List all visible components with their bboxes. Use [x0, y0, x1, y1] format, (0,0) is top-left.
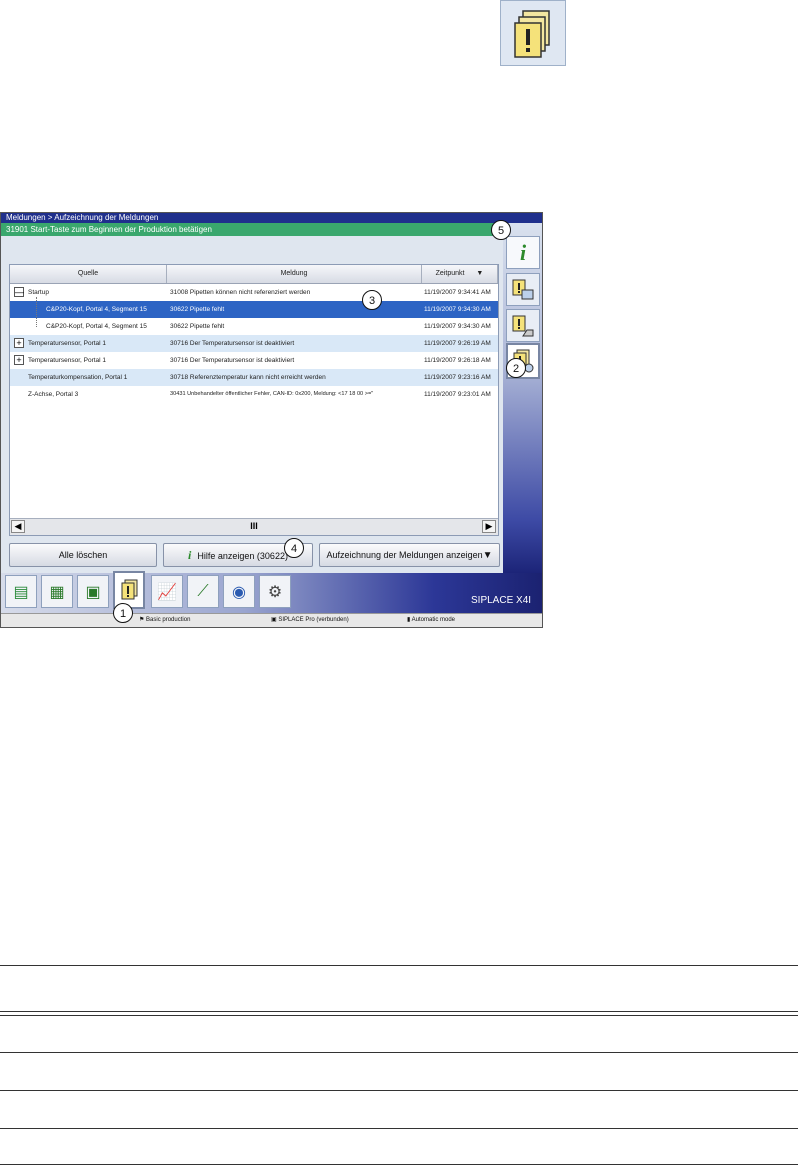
board-icon: ▣: [85, 583, 101, 601]
message-bar: 31901 Start-Taste zum Beginnen der Produ…: [1, 223, 503, 236]
message-hand-icon: [512, 315, 534, 336]
tab-table[interactable]: ▦: [41, 575, 73, 608]
message-hand-button[interactable]: [506, 309, 540, 342]
info-icon: i: [519, 239, 527, 265]
message-screen-icon: [512, 279, 534, 299]
rule-line: [0, 965, 798, 966]
scroll-thumb[interactable]: III: [240, 520, 268, 533]
rule-line: [0, 1052, 798, 1053]
table-row[interactable]: — Startup 31008 Pipetten können nicht re…: [10, 284, 498, 301]
callout-3: 3: [362, 290, 382, 310]
tab-overview[interactable]: ▤: [5, 575, 37, 608]
callout-5: 5: [491, 220, 511, 240]
rule-line: [0, 1090, 798, 1091]
horizontal-scrollbar[interactable]: ◀ III ▶: [10, 518, 498, 535]
grid-icon: ▦: [49, 583, 65, 601]
expand-icon[interactable]: +: [14, 355, 24, 365]
status-connection: ▣ SIPLACE Pro (verbunden): [271, 617, 349, 623]
breadcrumb: Meldungen > Aufzeichnung der Meldungen: [1, 213, 542, 223]
settings-icon: ⚙: [267, 583, 283, 601]
stack-icon: ▤: [13, 583, 29, 601]
column-header-time[interactable]: Zeitpunkt ▼: [422, 265, 498, 283]
column-header-message[interactable]: Meldung: [167, 265, 422, 283]
tab-settings[interactable]: ⚙: [259, 575, 291, 608]
table-row[interactable]: C&P20-Kopf, Portal 4, Segment 15 30622 P…: [10, 301, 498, 318]
collapse-icon[interactable]: —: [14, 287, 24, 297]
chart-icon: 📈: [157, 583, 177, 601]
clear-all-button[interactable]: Alle löschen: [9, 543, 157, 567]
callout-2: 2: [506, 358, 526, 378]
message-icon: [121, 579, 138, 600]
callout-1: 1: [113, 603, 133, 623]
table-row[interactable]: Z-Achse, Portal 3 30431 Unbehandelter öf…: [10, 386, 498, 403]
scroll-right-arrow-icon[interactable]: ▶: [482, 520, 496, 533]
expand-icon[interactable]: +: [14, 338, 24, 348]
table-row[interactable]: + Temperatursensor, Portal 1 30716 Der T…: [10, 352, 498, 369]
tab-board[interactable]: ▣: [77, 575, 109, 608]
info-button[interactable]: i: [506, 236, 540, 269]
message-screen-button[interactable]: [506, 273, 540, 306]
application-screenshot: Meldungen > Aufzeichnung der Meldungen 3…: [0, 212, 543, 628]
production-icon: ⚑: [139, 617, 147, 623]
show-message-log-dropdown[interactable]: Aufzeichnung der Meldungen anzeigen▼: [319, 543, 500, 567]
status-automatic: ▮ Automatic mode: [407, 617, 455, 623]
table-header: Quelle Meldung Zeitpunkt ▼: [10, 265, 498, 284]
scroll-left-arrow-icon[interactable]: ◀: [11, 520, 25, 533]
brand-label: SIPLACE X4I: [471, 595, 532, 606]
tab-statistics[interactable]: 📈: [151, 575, 183, 608]
nozzle-icon: ⟋: [197, 582, 209, 600]
message-log-table: Quelle Meldung Zeitpunkt ▼ — Startup 310…: [9, 264, 499, 536]
callout-4: 4: [284, 538, 304, 558]
table-row[interactable]: Temperaturkompensation, Portal 1 30718 R…: [10, 369, 498, 386]
message-log-icon: [500, 0, 566, 66]
rule-line: [0, 1128, 798, 1129]
tab-nozzles[interactable]: ⟋: [187, 575, 219, 608]
table-row[interactable]: + Temperatursensor, Portal 1 30716 Der T…: [10, 335, 498, 352]
status-bar: ⚑ Basic production ▣ SIPLACE Pro (verbun…: [1, 613, 542, 627]
sort-descending-icon: ▼: [476, 270, 484, 277]
rule-line: [0, 1015, 798, 1016]
info-icon: i: [188, 548, 192, 562]
status-mode: ⚑ Basic production: [139, 617, 191, 623]
rule-line: [0, 1011, 798, 1012]
table-row[interactable]: C&P20-Kopf, Portal 4, Segment 15 30622 P…: [10, 318, 498, 335]
side-button-panel: i: [503, 223, 542, 573]
dropdown-arrow-icon: ▼: [482, 550, 493, 561]
tab-camera[interactable]: ◉: [223, 575, 255, 608]
camera-icon: ◉: [232, 583, 246, 601]
column-header-source[interactable]: Quelle: [10, 265, 167, 283]
tree-line: [36, 297, 38, 327]
rule-line: [0, 1164, 798, 1165]
